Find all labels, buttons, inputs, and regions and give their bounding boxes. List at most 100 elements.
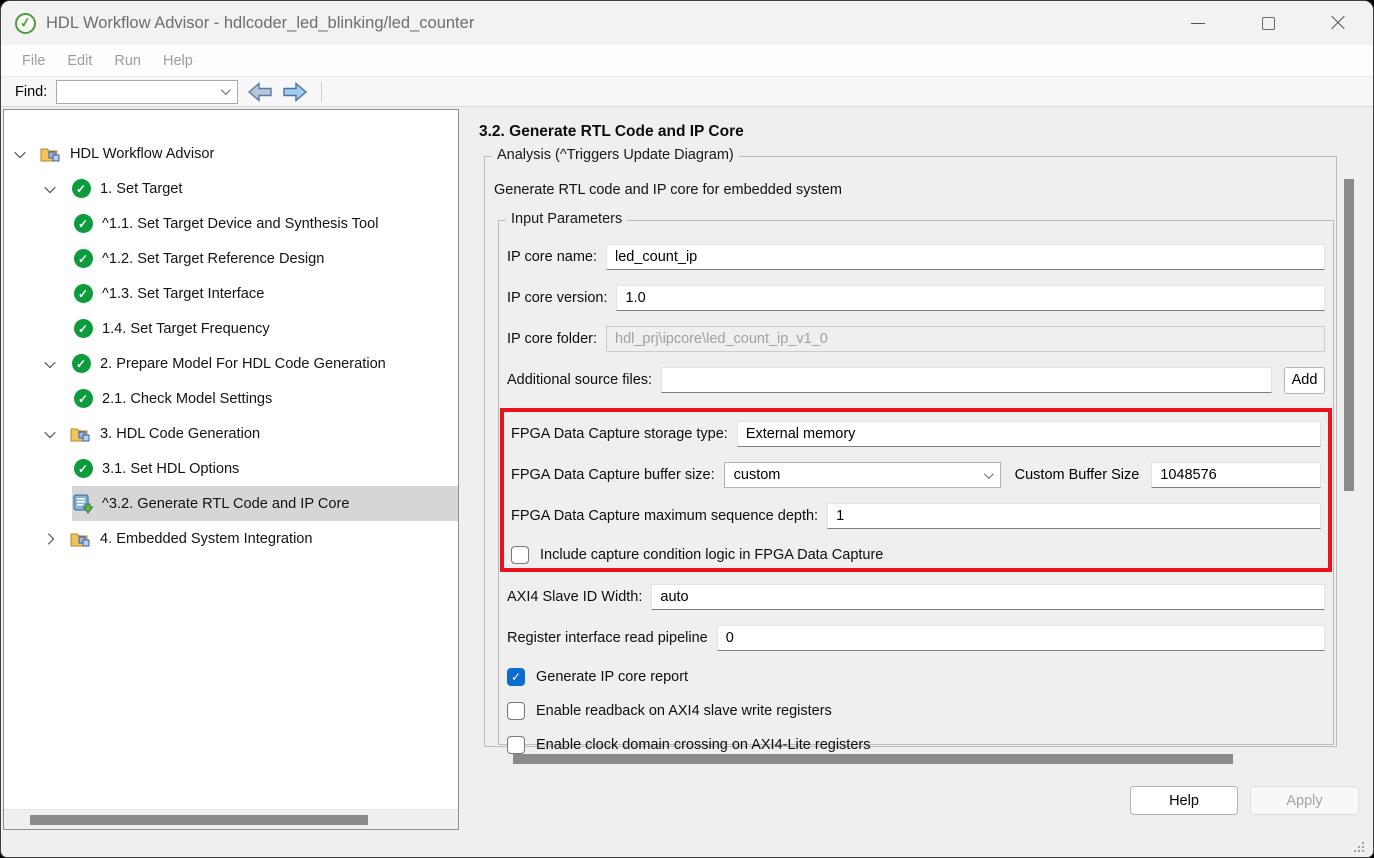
tree-item-check-model-settings[interactable]: 2.1. Check Model Settings [4, 381, 458, 416]
register-read-pipeline-label: Register interface read pipeline [507, 630, 708, 646]
tree-item-set-target-frequency[interactable]: 1.4. Set Target Frequency [4, 311, 458, 346]
custom-buffer-size-input[interactable] [1151, 462, 1321, 488]
custom-buffer-size-label: Custom Buffer Size [1015, 467, 1140, 483]
collapse-chevron-icon[interactable] [42, 430, 70, 438]
find-label: Find: [15, 84, 47, 100]
tree-item-label: 2. Prepare Model For HDL Code Generation [100, 356, 386, 372]
analysis-groupbox-legend: Analysis (^Triggers Update Diagram) [492, 147, 739, 163]
tree-horizontal-scrollbar-thumb[interactable] [30, 815, 368, 825]
enable-readback-label: Enable readback on AXI4 slave write regi… [536, 703, 832, 719]
ip-core-name-input[interactable] [606, 244, 1325, 270]
close-button[interactable] [1303, 1, 1373, 45]
tree-item-label: 4. Embedded System Integration [100, 531, 313, 547]
tree-item-hdl-code-generation[interactable]: 3. HDL Code Generation [4, 416, 458, 451]
storage-type-input[interactable] [737, 421, 1321, 447]
register-read-pipeline-input[interactable] [717, 625, 1325, 651]
buffer-size-dropdown[interactable]: custom [724, 462, 1001, 488]
menu-file[interactable]: File [11, 53, 56, 69]
ip-core-folder-label: IP core folder: [507, 331, 597, 347]
tree-item-embedded-system-integration[interactable]: 4. Embedded System Integration [4, 521, 458, 556]
horizontal-scrollbar-thumb[interactable] [513, 754, 1233, 764]
axi4-slave-id-width-label: AXI4 Slave ID Width: [507, 589, 642, 605]
tree-item-label: ^1.1. Set Target Device and Synthesis To… [102, 216, 378, 232]
generate-ip-core-report-checkbox[interactable] [507, 668, 525, 686]
tree-item-set-target-interface[interactable]: ^1.3. Set Target Interface [4, 276, 458, 311]
tree-item-set-target-device[interactable]: ^1.1. Set Target Device and Synthesis To… [4, 206, 458, 241]
tree-item-label: 3.1. Set HDL Options [102, 461, 239, 477]
add-source-file-button[interactable]: Add [1284, 367, 1325, 394]
page-title: 3.2. Generate RTL Code and IP Core [479, 123, 744, 141]
menu-edit[interactable]: Edit [56, 53, 103, 69]
passed-check-icon [72, 284, 94, 304]
tree-item-generate-rtl-code[interactable]: ^3.2. Generate RTL Code and IP Core [4, 486, 458, 521]
expand-chevron-icon[interactable] [42, 535, 70, 543]
close-icon [1330, 15, 1346, 31]
tree-item-hdl-workflow-advisor[interactable]: HDL Workflow Advisor [4, 136, 458, 171]
axi4-slave-id-width-input[interactable] [651, 584, 1325, 610]
collapse-chevron-icon[interactable] [42, 185, 70, 193]
passed-check-icon [70, 179, 92, 199]
tree-item-label: ^3.2. Generate RTL Code and IP Core [102, 496, 350, 512]
max-sequence-depth-input[interactable] [827, 503, 1321, 529]
window-title: HDL Workflow Advisor - hdlcoder_led_blin… [46, 14, 474, 33]
title-bar: HDL Workflow Advisor - hdlcoder_led_blin… [1, 1, 1373, 45]
minimize-icon [1191, 23, 1205, 24]
folder-icon [70, 424, 92, 444]
folder-icon [70, 529, 92, 549]
passed-check-icon [72, 249, 94, 269]
minimize-button[interactable] [1163, 1, 1233, 45]
input-parameters-legend: Input Parameters [506, 211, 627, 227]
storage-type-label: FPGA Data Capture storage type: [511, 426, 728, 442]
tree-item-label: HDL Workflow Advisor [70, 146, 214, 162]
workflow-tree-panel: HDL Workflow Advisor 1. Set Target ^1.1.… [3, 109, 459, 830]
generate-code-icon [72, 494, 94, 514]
ip-core-folder-input [606, 326, 1325, 352]
window-resize-grip[interactable] [1352, 840, 1364, 852]
find-previous-button[interactable] [247, 82, 273, 102]
ip-core-version-input[interactable] [616, 285, 1325, 311]
find-combobox[interactable] [56, 80, 238, 104]
ip-core-version-label: IP core version: [507, 290, 607, 306]
arrow-left-icon [247, 82, 273, 102]
tree-item-label: 2.1. Check Model Settings [102, 391, 272, 407]
include-capture-condition-label: Include capture condition logic in FPGA … [540, 547, 883, 563]
task-detail-panel: 3.2. Generate RTL Code and IP Core Analy… [460, 108, 1373, 857]
vertical-scrollbar-thumb[interactable] [1344, 179, 1354, 491]
enable-clock-domain-crossing-checkbox[interactable] [507, 736, 525, 754]
enable-readback-checkbox[interactable] [507, 702, 525, 720]
include-capture-condition-checkbox[interactable] [511, 546, 529, 564]
additional-source-files-input[interactable] [661, 367, 1272, 393]
tree-item-label: ^1.3. Set Target Interface [102, 286, 264, 302]
find-next-button[interactable] [282, 82, 308, 102]
tree-item-prepare-model[interactable]: 2. Prepare Model For HDL Code Generation [4, 346, 458, 381]
tree-horizontal-scrollbar[interactable] [4, 809, 458, 829]
additional-source-files-label: Additional source files: [507, 372, 652, 388]
ip-core-name-label: IP core name: [507, 249, 597, 265]
tree-item-set-target[interactable]: 1. Set Target [4, 171, 458, 206]
hdl-workflow-advisor-window: HDL Workflow Advisor - hdlcoder_led_blin… [0, 0, 1374, 858]
collapse-chevron-icon[interactable] [42, 360, 70, 368]
chevron-down-icon [221, 85, 231, 95]
passed-check-icon [72, 319, 94, 339]
input-parameters-groupbox: Input Parameters IP core name: IP core v… [498, 220, 1334, 745]
tree-item-label: 1.4. Set Target Frequency [102, 321, 270, 337]
menu-help[interactable]: Help [152, 53, 204, 69]
help-button[interactable]: Help [1130, 786, 1238, 815]
generate-ip-core-report-label: Generate IP core report [536, 669, 688, 685]
maximize-button[interactable] [1233, 1, 1303, 45]
passed-check-icon [72, 214, 94, 234]
tree-item-label: 1. Set Target [100, 181, 182, 197]
enable-clock-domain-crossing-label: Enable clock domain crossing on AXI4-Lit… [536, 737, 870, 753]
menu-run[interactable]: Run [103, 53, 152, 69]
tree-item-set-hdl-options[interactable]: 3.1. Set HDL Options [4, 451, 458, 486]
tree-item-label: 3. HDL Code Generation [100, 426, 260, 442]
fpga-data-capture-highlight-box: FPGA Data Capture storage type: FPGA Dat… [500, 408, 1332, 572]
arrow-right-icon [282, 82, 308, 102]
workflow-advisor-app-icon [15, 13, 36, 34]
tree-item-label: ^1.2. Set Target Reference Design [102, 251, 324, 267]
apply-button: Apply [1250, 786, 1359, 815]
menu-bar: File Edit Run Help [1, 45, 1373, 76]
collapse-chevron-icon[interactable] [12, 150, 40, 158]
workflow-tree: HDL Workflow Advisor 1. Set Target ^1.1.… [4, 110, 458, 556]
tree-item-set-target-reference-design[interactable]: ^1.2. Set Target Reference Design [4, 241, 458, 276]
